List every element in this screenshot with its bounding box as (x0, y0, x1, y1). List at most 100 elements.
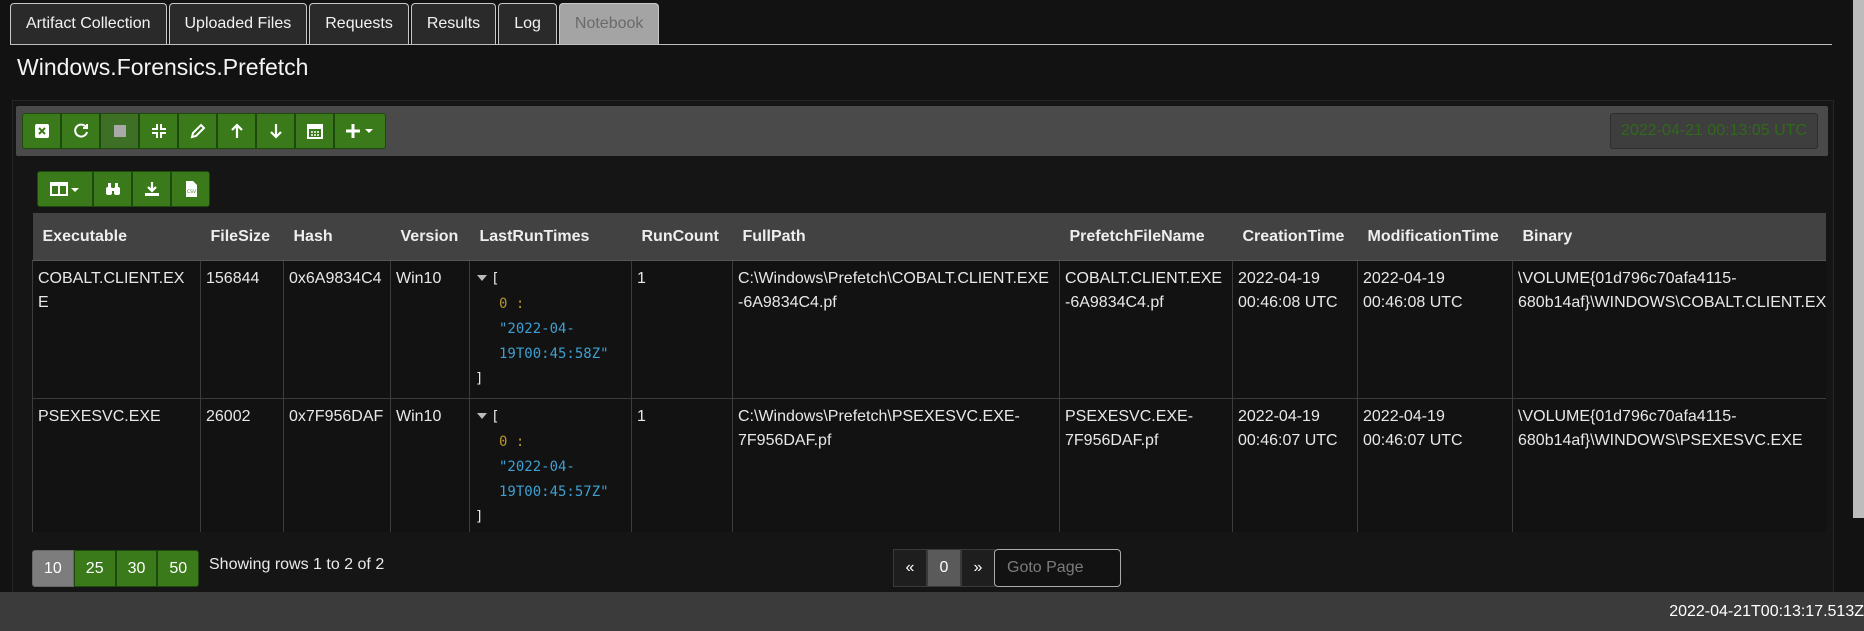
cell-fullpath: C:\Windows\Prefetch\COBALT.CLIENT.EXE-6A… (732, 260, 1060, 399)
binoculars-icon (105, 183, 120, 195)
stop-button[interactable] (100, 113, 139, 149)
add-cell-button[interactable] (334, 113, 386, 149)
cell-lastruntimes: [ 0 : "2022-04-19T00:45:57Z" ] (469, 398, 632, 532)
cell-lastruntimes: [ 0 : "2022-04-19T00:45:58Z" ] (469, 260, 632, 399)
move-up-button[interactable] (217, 113, 256, 149)
calendar-button[interactable] (295, 113, 334, 149)
column-header[interactable]: Executable (32, 213, 201, 261)
table-row: COBALT.CLIENT.EXE 156844 0x6A9834C4 Win1… (32, 260, 1826, 399)
columns-dropdown-icon (50, 182, 79, 196)
pencil-icon (190, 123, 205, 139)
search-button[interactable] (93, 171, 132, 207)
edit-button[interactable] (178, 113, 217, 149)
cell-filesize: 26002 (200, 398, 284, 532)
refresh-button[interactable] (61, 113, 100, 149)
cell-hash: 0x6A9834C4 (283, 260, 391, 399)
tab-log[interactable]: Log (498, 3, 557, 44)
cell-fullpath: C:\Windows\Prefetch\PSEXESVC.EXE-7F956DA… (732, 398, 1060, 532)
column-header[interactable]: CreationTime (1232, 213, 1358, 261)
toolbar-button-group (22, 113, 386, 149)
column-header[interactable]: LastRunTimes (469, 213, 632, 261)
close-icon (34, 124, 49, 138)
cell-binary: \VOLUME{01d796c70afa4115-680b14af}\WINDO… (1512, 260, 1826, 399)
cell-prefetchfilename: PSEXESVC.EXE-7F956DAF.pf (1059, 398, 1233, 532)
page-size-selector: 10 25 30 50 (32, 550, 200, 587)
json-index: 0 : (499, 296, 525, 312)
page-size-30[interactable]: 30 (115, 550, 158, 587)
collapse-caret-icon[interactable] (477, 413, 487, 419)
current-page-button[interactable]: 0 (927, 549, 961, 587)
cell-prefetchfilename: COBALT.CLIENT.EXE-6A9834C4.pf (1059, 260, 1233, 399)
json-open-bracket: [ (491, 409, 500, 425)
tab-requests[interactable]: Requests (309, 3, 409, 44)
json-close-bracket: ] (475, 371, 484, 387)
cell-filesize: 156844 (200, 260, 284, 399)
column-header[interactable]: FileSize (200, 213, 284, 261)
cell-modificationtime: 2022-04-19 00:46:07 UTC (1357, 398, 1513, 532)
tab-artifact-collection[interactable]: Artifact Collection (10, 3, 167, 44)
cell-binary: \VOLUME{01d796c70afa4115-680b14af}\WINDO… (1512, 398, 1826, 532)
cell-executable: PSEXESVC.EXE (32, 398, 201, 532)
column-header[interactable]: ModificationTime (1357, 213, 1513, 261)
rows-summary: Showing rows 1 to 2 of 2 (209, 556, 385, 573)
compress-button[interactable] (139, 113, 178, 149)
csv-icon: CSV (185, 181, 197, 197)
calendar-icon (306, 124, 323, 139)
svg-text:CSV: CSV (187, 189, 197, 195)
table-header-row: Executable FileSize Hash Version LastRun… (32, 213, 1826, 261)
tab-bar: Artifact Collection Uploaded Files Reque… (10, 3, 661, 44)
status-bar: 2022-04-21T00:13:17.513Z (0, 592, 1864, 631)
cell-executable: COBALT.CLIENT.EXE (32, 260, 201, 399)
status-time: 2022-04-21T00:13:17.513Z (1669, 603, 1864, 620)
page-size-25[interactable]: 25 (73, 550, 116, 587)
cell-version: Win10 (390, 260, 470, 399)
column-selector-button[interactable] (37, 171, 93, 207)
csv-export-button[interactable]: CSV (171, 171, 210, 207)
table-row: PSEXESVC.EXE 26002 0x7F956DAF Win10 [ 0 … (32, 398, 1826, 532)
cell-creationtime: 2022-04-19 00:46:08 UTC (1232, 260, 1358, 399)
goto-page-input[interactable] (994, 549, 1121, 587)
download-icon (144, 182, 159, 196)
cell-version: Win10 (390, 398, 470, 532)
column-header[interactable]: FullPath (732, 213, 1060, 261)
json-string: "2022-04-19T00:45:57Z" (499, 459, 609, 500)
column-header[interactable]: Hash (283, 213, 391, 261)
column-header[interactable]: PrefetchFileName (1059, 213, 1233, 261)
table-toolbar: CSV (37, 171, 210, 207)
column-header[interactable]: RunCount (631, 213, 733, 261)
page-size-50[interactable]: 50 (157, 550, 200, 587)
cell-runcount: 1 (631, 260, 733, 399)
results-table: Executable FileSize Hash Version LastRun… (32, 213, 1826, 532)
compress-icon (151, 124, 166, 138)
refresh-icon (73, 123, 88, 138)
stop-icon (113, 125, 126, 137)
page-navigation: « 0 » (893, 549, 995, 587)
page-size-10[interactable]: 10 (32, 550, 74, 587)
plus-dropdown-icon (346, 124, 373, 138)
json-open-bracket: [ (491, 271, 500, 287)
prev-page-button[interactable]: « (893, 549, 927, 587)
collapse-caret-icon[interactable] (477, 275, 487, 281)
json-close-bracket: ] (475, 509, 484, 525)
timestamp-display: 2022-04-21 00:13:05 UTC (1610, 113, 1818, 149)
json-string: "2022-04-19T00:45:58Z" (499, 321, 609, 362)
move-down-button[interactable] (256, 113, 295, 149)
cell-creationtime: 2022-04-19 00:46:07 UTC (1232, 398, 1358, 532)
json-index: 0 : (499, 434, 525, 450)
tab-uploaded-files[interactable]: Uploaded Files (168, 3, 308, 44)
tab-notebook[interactable]: Notebook (558, 3, 660, 44)
column-header[interactable]: Binary (1512, 213, 1826, 261)
close-cell-button[interactable] (22, 113, 61, 149)
download-button[interactable] (132, 171, 171, 207)
results-table-container: Executable FileSize Hash Version LastRun… (32, 213, 1826, 532)
tab-results[interactable]: Results (410, 3, 497, 44)
cell-modificationtime: 2022-04-19 00:46:08 UTC (1357, 260, 1513, 399)
arrow-up-icon (230, 123, 243, 138)
column-header[interactable]: Version (390, 213, 470, 261)
next-page-button[interactable]: » (961, 549, 995, 587)
page-title: Windows.Forensics.Prefetch (17, 54, 309, 80)
tab-divider (10, 44, 1832, 45)
cell-runcount: 1 (631, 398, 733, 532)
page-scrollbar[interactable] (1853, 0, 1864, 518)
cell-hash: 0x7F956DAF (283, 398, 391, 532)
